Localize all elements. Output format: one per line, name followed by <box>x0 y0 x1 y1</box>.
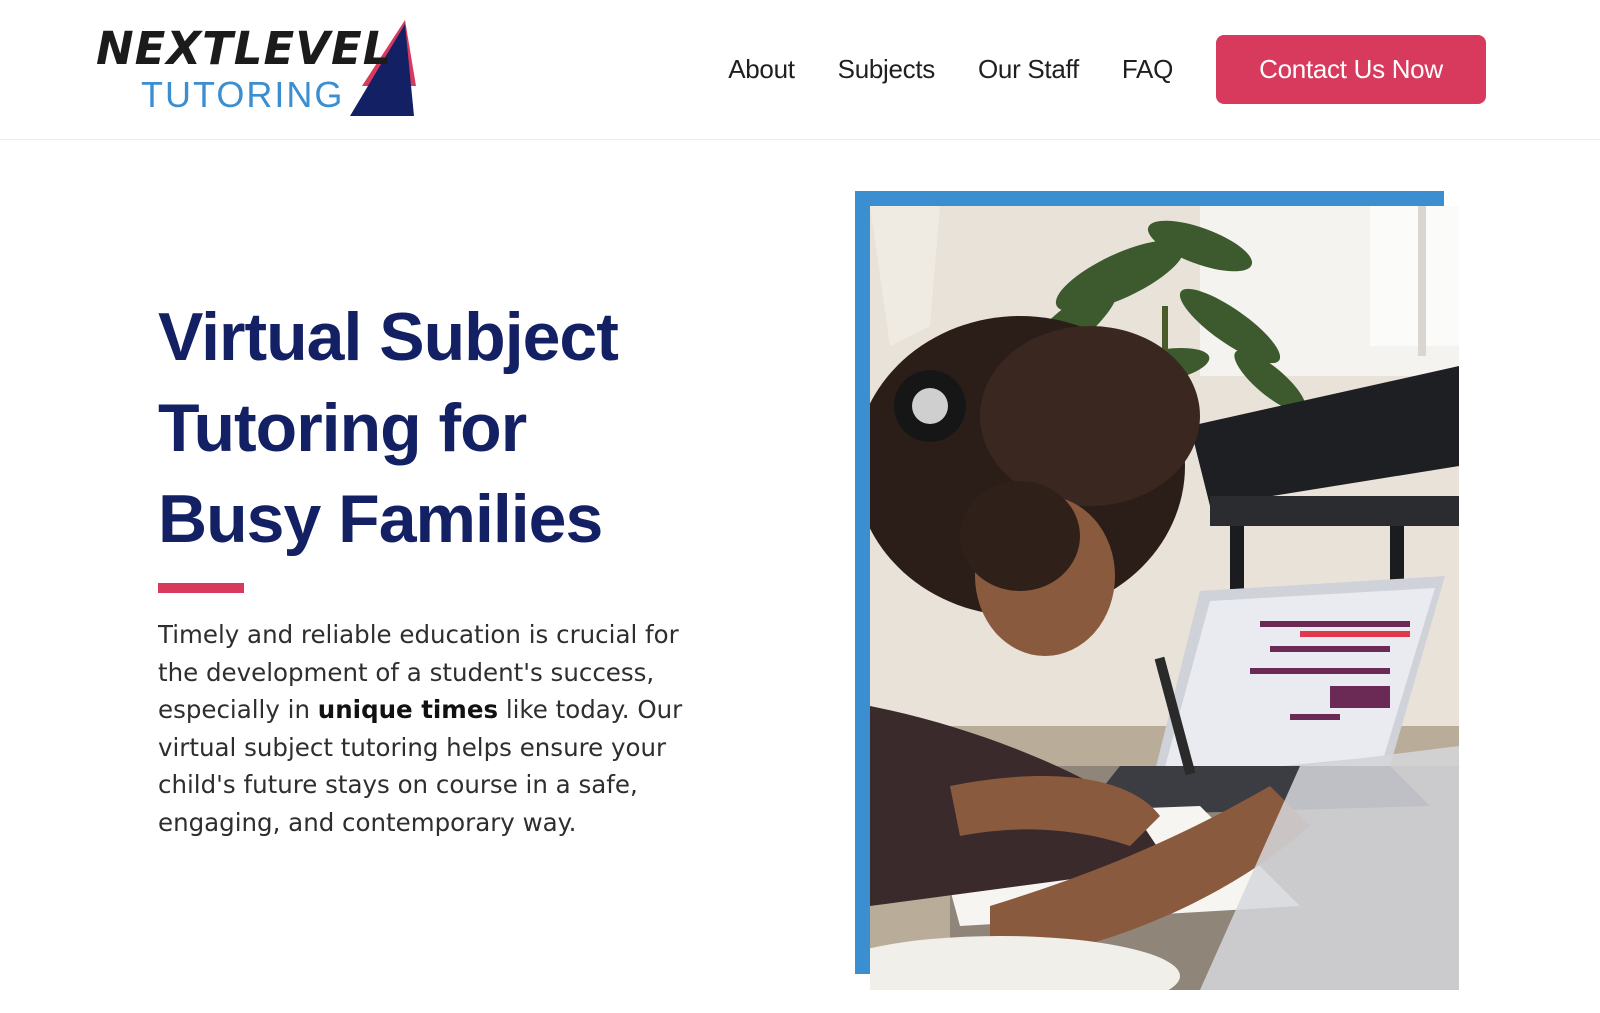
nav-link-our-staff[interactable]: Our Staff <box>978 54 1079 85</box>
hero-photo <box>870 206 1459 990</box>
site-header: NEXTLEVEL TUTORING About Subjects Our St… <box>0 0 1600 140</box>
hero-description: Timely and reliable education is crucial… <box>158 616 698 841</box>
main-nav: About Subjects Our Staff FAQ Contact Us … <box>728 35 1486 104</box>
hero-title-line-1: Virtual Subject <box>158 299 619 375</box>
hero-description-bold: unique times <box>317 695 499 724</box>
hero-title-line-3: Busy Families <box>158 481 603 557</box>
hero-title-line-2: Tutoring for <box>158 390 527 466</box>
hero-title: Virtual Subject Tutoring for Busy Famili… <box>158 292 718 565</box>
accent-divider <box>158 583 244 593</box>
contact-us-button[interactable]: Contact Us Now <box>1216 35 1486 104</box>
logo-word-nextlevel: NEXTLEVEL <box>96 22 393 75</box>
student-headphones-laptop-icon <box>870 206 1459 990</box>
nav-link-faq[interactable]: FAQ <box>1122 54 1173 85</box>
logo-word-tutoring: TUTORING <box>141 74 345 115</box>
nextlevel-tutoring-logo[interactable]: NEXTLEVEL TUTORING <box>96 20 416 120</box>
nav-link-subjects[interactable]: Subjects <box>838 54 936 85</box>
nav-link-about[interactable]: About <box>728 54 795 85</box>
